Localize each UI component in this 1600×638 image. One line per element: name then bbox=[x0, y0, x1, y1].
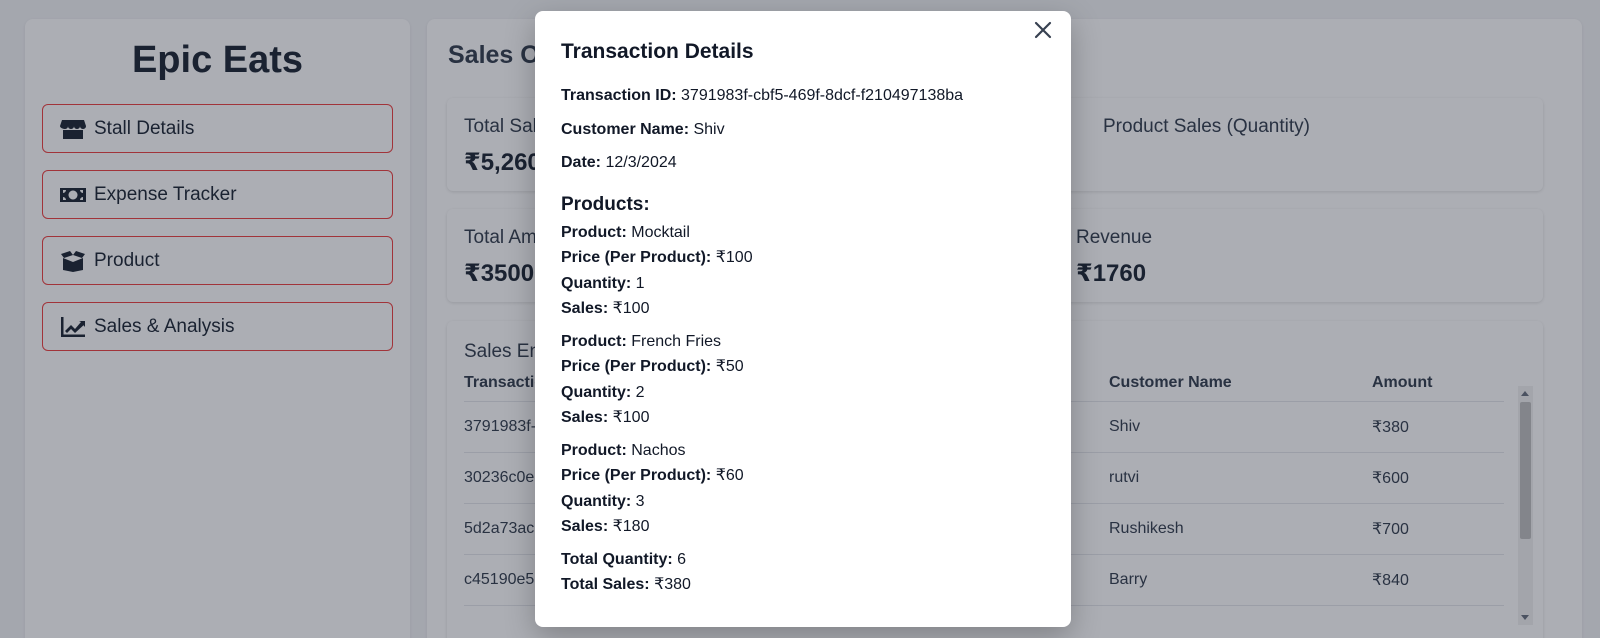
field-label: Product: bbox=[561, 441, 627, 459]
field-label: Total Quantity: bbox=[561, 550, 673, 568]
product-price: ₹60 bbox=[715, 467, 744, 484]
product-sales: ₹180 bbox=[612, 518, 650, 535]
field-label: Quantity: bbox=[561, 274, 632, 292]
transaction-details-modal: Transaction Details Transaction ID: 3791… bbox=[535, 11, 1071, 627]
product-quantity: 3 bbox=[635, 492, 645, 510]
product-item: Product: French Fries Price (Per Product… bbox=[561, 329, 1051, 431]
date-row: Date: 12/3/2024 bbox=[561, 150, 1051, 176]
transaction-id-row: Transaction ID: 3791983f-cbf5-469f-8dcf-… bbox=[561, 83, 1051, 109]
field-label: Sales: bbox=[561, 409, 609, 426]
product-item: Product: Nachos Price (Per Product): ₹60… bbox=[561, 438, 1051, 540]
customer-name-row: Customer Name: Shiv bbox=[561, 117, 1051, 143]
product-quantity: 1 bbox=[635, 274, 645, 292]
field-label: Customer Name: bbox=[561, 120, 690, 138]
field-label: Price (Per Product): bbox=[561, 249, 712, 266]
product-quantity: 2 bbox=[635, 383, 645, 401]
product-name: Mocktail bbox=[631, 223, 690, 241]
product-price: ₹100 bbox=[715, 249, 753, 266]
product-name: French Fries bbox=[631, 332, 722, 350]
product-item: Product: Mocktail Price (Per Product): ₹… bbox=[561, 220, 1051, 322]
field-label: Transaction ID: bbox=[561, 87, 677, 104]
total-quantity-value: 6 bbox=[677, 550, 687, 568]
product-sales: ₹100 bbox=[612, 409, 650, 426]
field-label: Product: bbox=[561, 332, 627, 350]
totals-section: Total Quantity: 6 Total Sales: ₹380 bbox=[561, 547, 1051, 598]
product-price: ₹50 bbox=[715, 358, 744, 375]
field-label: Sales: bbox=[561, 518, 609, 535]
modal-title: Transaction Details bbox=[561, 40, 754, 63]
transaction-id-value: 3791983f-cbf5-469f-8dcf-f210497138ba bbox=[681, 87, 964, 104]
product-sales: ₹100 bbox=[612, 300, 650, 317]
close-button[interactable] bbox=[1031, 18, 1055, 42]
total-sales-value: ₹380 bbox=[654, 576, 691, 593]
field-label: Price (Per Product): bbox=[561, 467, 712, 484]
customer-name-value: Shiv bbox=[693, 120, 725, 138]
field-label: Date: bbox=[561, 154, 602, 171]
field-label: Product: bbox=[561, 223, 627, 241]
product-name: Nachos bbox=[631, 441, 686, 459]
app-root: Epic Eats Stall Details Expense Tracker … bbox=[0, 0, 1600, 638]
modal-body: Transaction ID: 3791983f-cbf5-469f-8dcf-… bbox=[561, 83, 1051, 598]
products-heading: Products: bbox=[561, 193, 650, 215]
date-value: 12/3/2024 bbox=[605, 154, 677, 171]
field-label: Sales: bbox=[561, 300, 609, 317]
field-label: Price (Per Product): bbox=[561, 358, 712, 375]
field-label: Total Sales: bbox=[561, 576, 650, 593]
field-label: Quantity: bbox=[561, 492, 632, 510]
close-icon bbox=[1034, 21, 1052, 39]
field-label: Quantity: bbox=[561, 383, 632, 401]
